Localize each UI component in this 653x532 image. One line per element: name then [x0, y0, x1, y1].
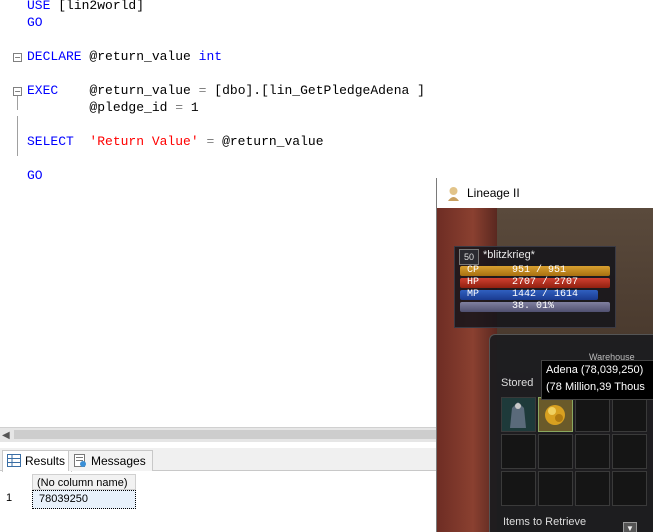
result-cell[interactable]: 78039250: [32, 490, 136, 509]
fold-line: [17, 96, 18, 110]
item-slot[interactable]: [575, 471, 610, 506]
item-slot[interactable]: [612, 471, 647, 506]
cp-bar: CP 951 / 951: [460, 265, 610, 276]
hp-bar: HP 2707 / 2707: [460, 277, 610, 288]
code-line-exec: EXEC @return_value = [dbo].[lin_GetPledg…: [27, 83, 425, 98]
mp-bar: MP 1442 / 1614: [460, 289, 598, 300]
adena-icon: [539, 398, 572, 431]
code-line-declare: DECLARE @return_value int: [27, 49, 223, 64]
code-line-param: @pledge_id = 1: [89, 100, 199, 115]
item-slot[interactable]: [575, 397, 610, 432]
tab-results-label: Results: [25, 454, 66, 468]
lineage-app-icon: [448, 187, 459, 201]
code-line-go: GO: [27, 15, 43, 30]
sort-buttons: ▼▲: [623, 518, 653, 532]
tab-messages[interactable]: Messages: [68, 450, 153, 471]
fold-toggle-icon[interactable]: −: [13, 53, 22, 62]
game-scene[interactable]: 50 *blitzkrieg* CP 951 / 951 HP 2707 / 270…: [437, 208, 653, 532]
tooltip-line1: Adena (78,039,250): [546, 364, 644, 376]
item-tooltip: Adena (78,039,250) (78 Million,39 Thous: [541, 360, 653, 400]
player-status-window[interactable]: 50 *blitzkrieg* CP 951 / 951 HP 2707 / 270…: [454, 246, 616, 328]
game-window[interactable]: Lineage II 50 *blitzkrieg* CP 951 / 951 H…: [436, 178, 653, 532]
game-titlebar[interactable]: Lineage II: [437, 178, 653, 208]
tooltip-line2: (78 Million,39 Thous: [546, 381, 645, 393]
player-level: 50: [459, 249, 479, 265]
fold-toggle-icon[interactable]: −: [13, 87, 22, 96]
code-line-go: GO: [27, 168, 43, 183]
code-line-use: USE [lin2world]: [27, 0, 145, 13]
tab-results[interactable]: Results: [2, 450, 73, 472]
items-to-retrieve-label: Items to Retrieve: [503, 516, 587, 528]
scrollbar-thumb[interactable]: [14, 430, 438, 439]
stored-label: Stored: [501, 377, 534, 389]
item-slot[interactable]: [538, 471, 573, 506]
cloak-icon: [502, 398, 535, 431]
column-header[interactable]: (No column name): [32, 474, 136, 490]
xp-bar: 38. 01%: [460, 301, 610, 312]
item-slot[interactable]: [538, 434, 573, 469]
horizontal-scrollbar[interactable]: ◀: [0, 427, 440, 442]
item-slot-adena[interactable]: [538, 397, 573, 432]
row-number: 1: [6, 492, 13, 504]
scroll-left-icon[interactable]: ◀: [2, 430, 10, 441]
item-slot[interactable]: [501, 434, 536, 469]
grid-icon: [7, 454, 21, 467]
code-line-select: SELECT 'Return Value' = @return_value: [27, 134, 324, 149]
item-slot[interactable]: [501, 471, 536, 506]
item-slot[interactable]: [612, 397, 647, 432]
sort-down-icon[interactable]: ▼: [623, 522, 637, 532]
tab-messages-label: Messages: [91, 454, 146, 468]
item-slot[interactable]: [612, 434, 647, 469]
results-tabbar: Results Messages: [0, 448, 440, 472]
player-name: *blitzkrieg*: [483, 249, 535, 261]
messages-icon: [74, 454, 86, 467]
item-slot-cloak[interactable]: [501, 397, 536, 432]
fold-line: [17, 116, 18, 156]
item-slot[interactable]: [575, 434, 610, 469]
game-window-title: Lineage II: [467, 186, 520, 200]
